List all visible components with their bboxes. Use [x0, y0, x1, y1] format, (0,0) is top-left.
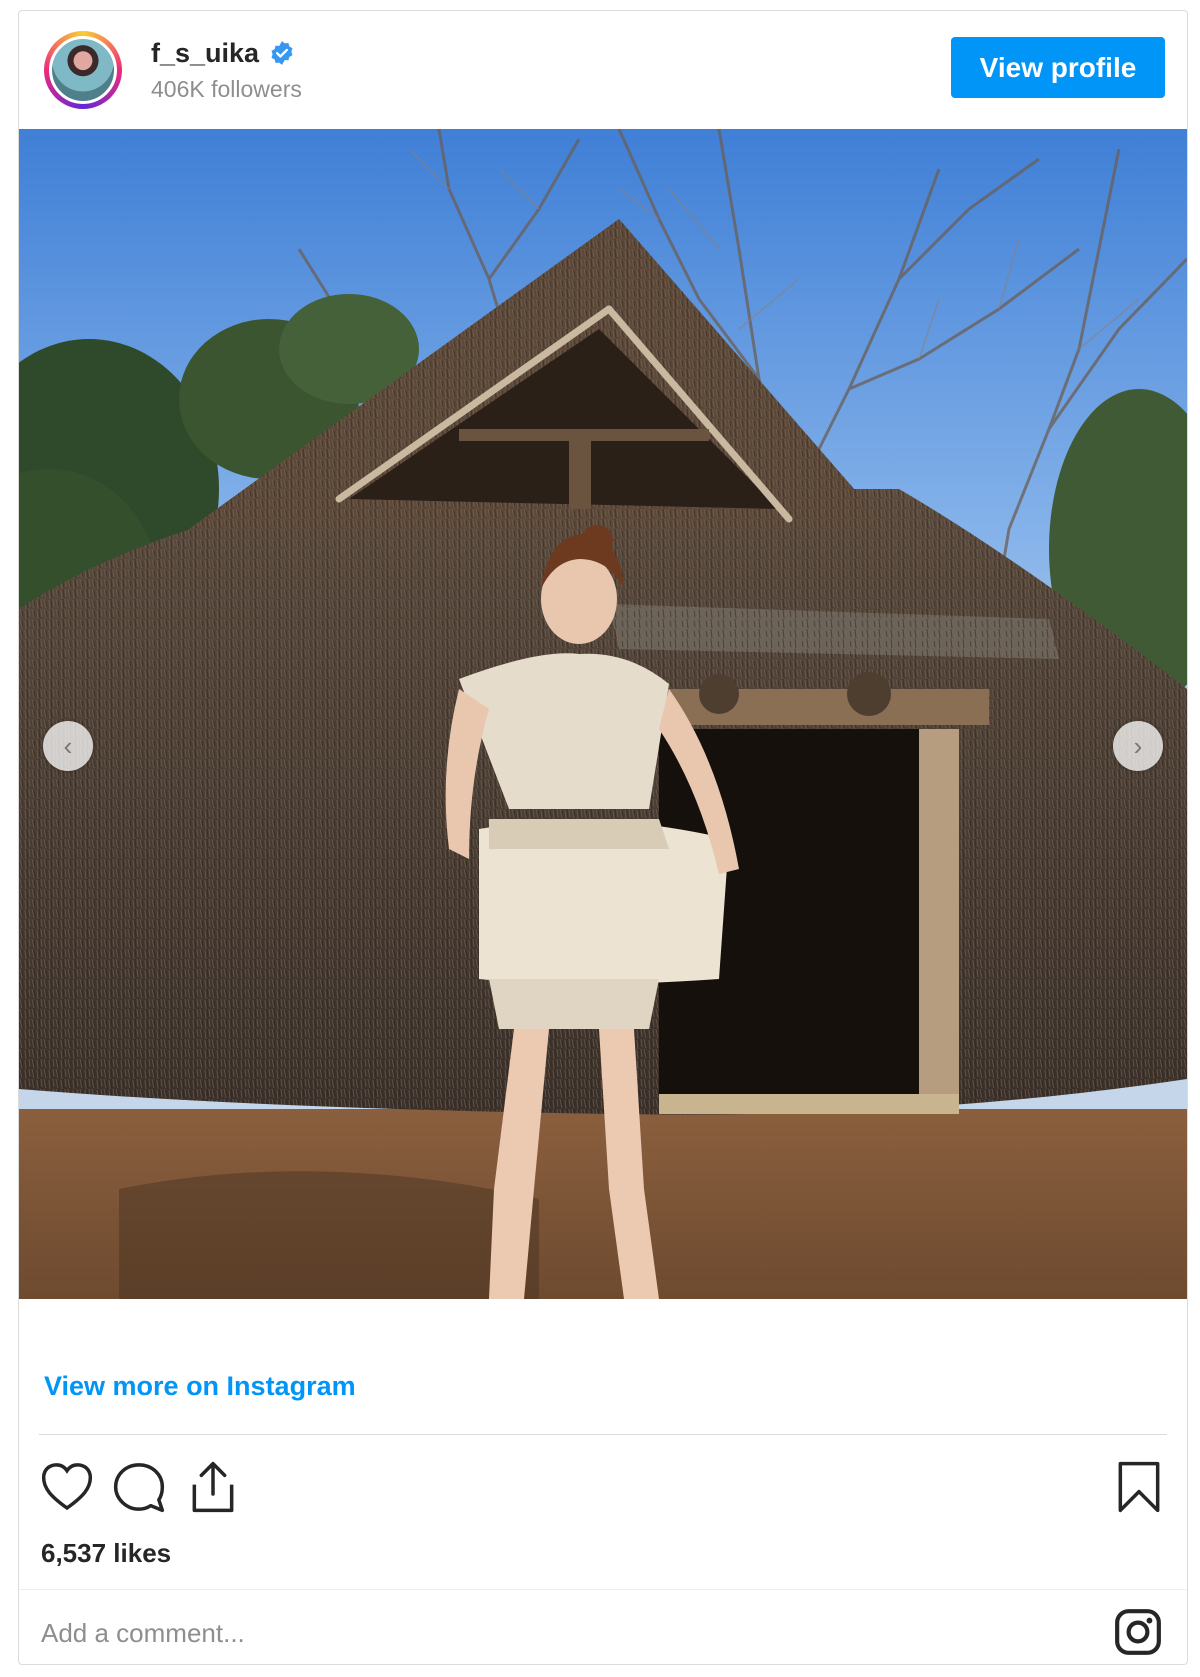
post-header: f_s_uika 406K followers View profile — [19, 11, 1187, 129]
view-more-link[interactable]: View more on Instagram — [44, 1371, 356, 1402]
comment-icon[interactable] — [111, 1459, 167, 1515]
username[interactable]: f_s_uika — [151, 38, 259, 69]
post-photo[interactable]: ‹ › — [19, 129, 1187, 1299]
heart-icon[interactable] — [39, 1459, 95, 1515]
divider — [39, 1434, 1167, 1435]
comment-input[interactable] — [39, 1607, 943, 1659]
carousel-next-button[interactable]: › — [1113, 721, 1163, 771]
action-bar — [39, 1459, 1167, 1519]
carousel-prev-button[interactable]: ‹ — [43, 721, 93, 771]
view-profile-button[interactable]: View profile — [951, 37, 1165, 98]
instagram-embed-card: f_s_uika 406K followers View profile ‹ ›… — [18, 10, 1188, 1665]
like-count: 6,537 likes — [41, 1538, 172, 1568]
share-icon[interactable] — [185, 1459, 241, 1515]
instagram-icon[interactable] — [1113, 1607, 1163, 1657]
avatar[interactable] — [49, 36, 117, 104]
verified-badge-icon — [271, 41, 293, 65]
post-photo-illustration — [19, 129, 1187, 1299]
avatar-ring[interactable] — [44, 31, 122, 109]
divider — [19, 1589, 1187, 1590]
follower-count: 406K followers — [151, 76, 302, 102]
bookmark-icon[interactable] — [1111, 1459, 1167, 1515]
